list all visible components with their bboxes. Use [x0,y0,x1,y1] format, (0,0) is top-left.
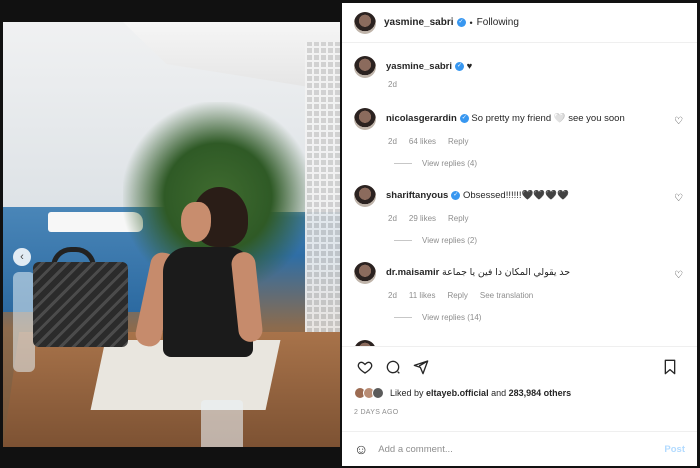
comment-item: dr.maisamir حد يقولي المكان دا فين يا جم… [354,262,689,322]
comment-likes[interactable]: 11 likes [409,291,436,300]
liked-by-and: and [491,388,507,398]
liker-avatar [372,387,384,399]
post-photo: ‹ [3,22,340,447]
post-comment-button[interactable]: Post [664,444,685,455]
caption-text: ♥ [466,61,473,72]
comment-item: nicolasgerardin ✓ So pretty my friend 🤍 s… [354,108,689,168]
commenter-avatar[interactable] [354,262,376,284]
post-actions [342,346,697,386]
verified-badge-icon: ✓ [455,61,465,71]
post-timestamp[interactable]: 2 DAYS AGO [354,409,399,416]
instagram-post-window: ‹ yasmine_sabri ✓ • Following yasmine_sa… [0,0,700,468]
replies-divider [394,317,412,318]
comment-likes[interactable]: 29 likes [409,214,436,223]
commenter-username[interactable]: dr.maisamir [386,267,439,278]
liked-by-prefix: Liked by [390,388,424,398]
chevron-left-icon: ‹ [20,251,24,263]
commenter-username[interactable]: shariftanyous [386,190,448,201]
photo-handbag [33,262,128,347]
author-username[interactable]: yasmine_sabri [384,17,454,28]
comment-text: Obsessed!!!!!!🖤🖤🖤🖤 [462,190,569,201]
comment-text: So pretty my friend 🤍 see you soon [471,113,625,124]
comment-item: shariftanyous ✓ Obsessed!!!!!!🖤🖤🖤🖤 ♡ 2d 2… [354,185,689,245]
verified-badge-icon: ✓ [451,190,461,200]
comment-like-heart-icon[interactable]: ♡ [674,116,683,127]
author-avatar[interactable] [354,11,376,34]
add-comment-bar: ☺ Post [342,431,697,466]
save-button[interactable] [659,356,681,378]
replies-divider [394,240,412,241]
commenter-avatar[interactable] [354,108,376,130]
view-replies-button[interactable]: View replies (2) [394,236,689,245]
view-replies-button[interactable]: View replies (14) [394,313,689,322]
commenter-avatar[interactable] [354,185,376,207]
view-replies-label: View replies (4) [422,159,477,168]
photo-bottle [13,272,35,372]
comment-time[interactable]: 2d [388,291,397,300]
carousel-prev-button[interactable]: ‹ [13,248,31,266]
comment-text: حد يقولي المكان دا فين يا جماعة [441,267,571,278]
liker-avatars[interactable] [354,387,384,399]
verified-badge-icon: ✓ [456,18,466,27]
caption-username[interactable]: yasmine_sabri [386,61,452,72]
view-replies-label: View replies (14) [422,313,482,322]
comment-time[interactable]: 2d [388,137,397,146]
photo-woman-face [181,202,211,242]
commenter-username[interactable]: nicolasgerardin [386,113,457,124]
comment-button[interactable] [382,356,404,378]
comment-time[interactable]: 2d [388,214,397,223]
bookmark-icon [664,359,676,375]
caption-time[interactable]: 2d [388,80,397,89]
emoji-icon[interactable]: ☺ [354,441,368,457]
heart-icon [357,361,373,374]
post-sidebar: yasmine_sabri ✓ • Following yasmine_sabr… [342,3,697,466]
comment-reply-button[interactable]: Reply [447,291,467,300]
comment-likes[interactable]: 64 likes [409,137,436,146]
verified-badge-icon: ✓ [459,113,469,123]
header-separator: • [469,17,473,28]
liked-by-row: Liked by eltayeb.official and 283,984 ot… [354,387,571,399]
liked-by-others-count[interactable]: 283,984 others [509,388,572,398]
post-header: yasmine_sabri ✓ • Following [342,3,697,43]
comment-icon [386,360,400,374]
comment-input[interactable] [378,443,629,455]
comments-list[interactable]: yasmine_sabri ✓ ♥ 2d nicolasgerardin ✓ So … [342,44,697,346]
replies-divider [394,163,412,164]
caption: yasmine_sabri ✓ ♥ 2d [354,56,689,89]
share-button[interactable] [410,356,432,378]
following-button[interactable]: Following [477,17,519,28]
liked-by-user[interactable]: eltayeb.official [426,388,489,398]
view-replies-label: View replies (2) [422,236,477,245]
comment-like-heart-icon[interactable]: ♡ [674,270,683,281]
comment-reply-button[interactable]: Reply [448,137,468,146]
comment-like-heart-icon[interactable]: ♡ [674,193,683,204]
view-replies-button[interactable]: View replies (4) [394,159,689,168]
caption-avatar[interactable] [354,56,376,78]
see-translation-button[interactable]: See translation [480,291,533,300]
photo-glass [201,400,243,447]
comment-reply-button[interactable]: Reply [448,214,468,223]
like-button[interactable] [354,356,376,378]
share-icon [413,359,429,374]
